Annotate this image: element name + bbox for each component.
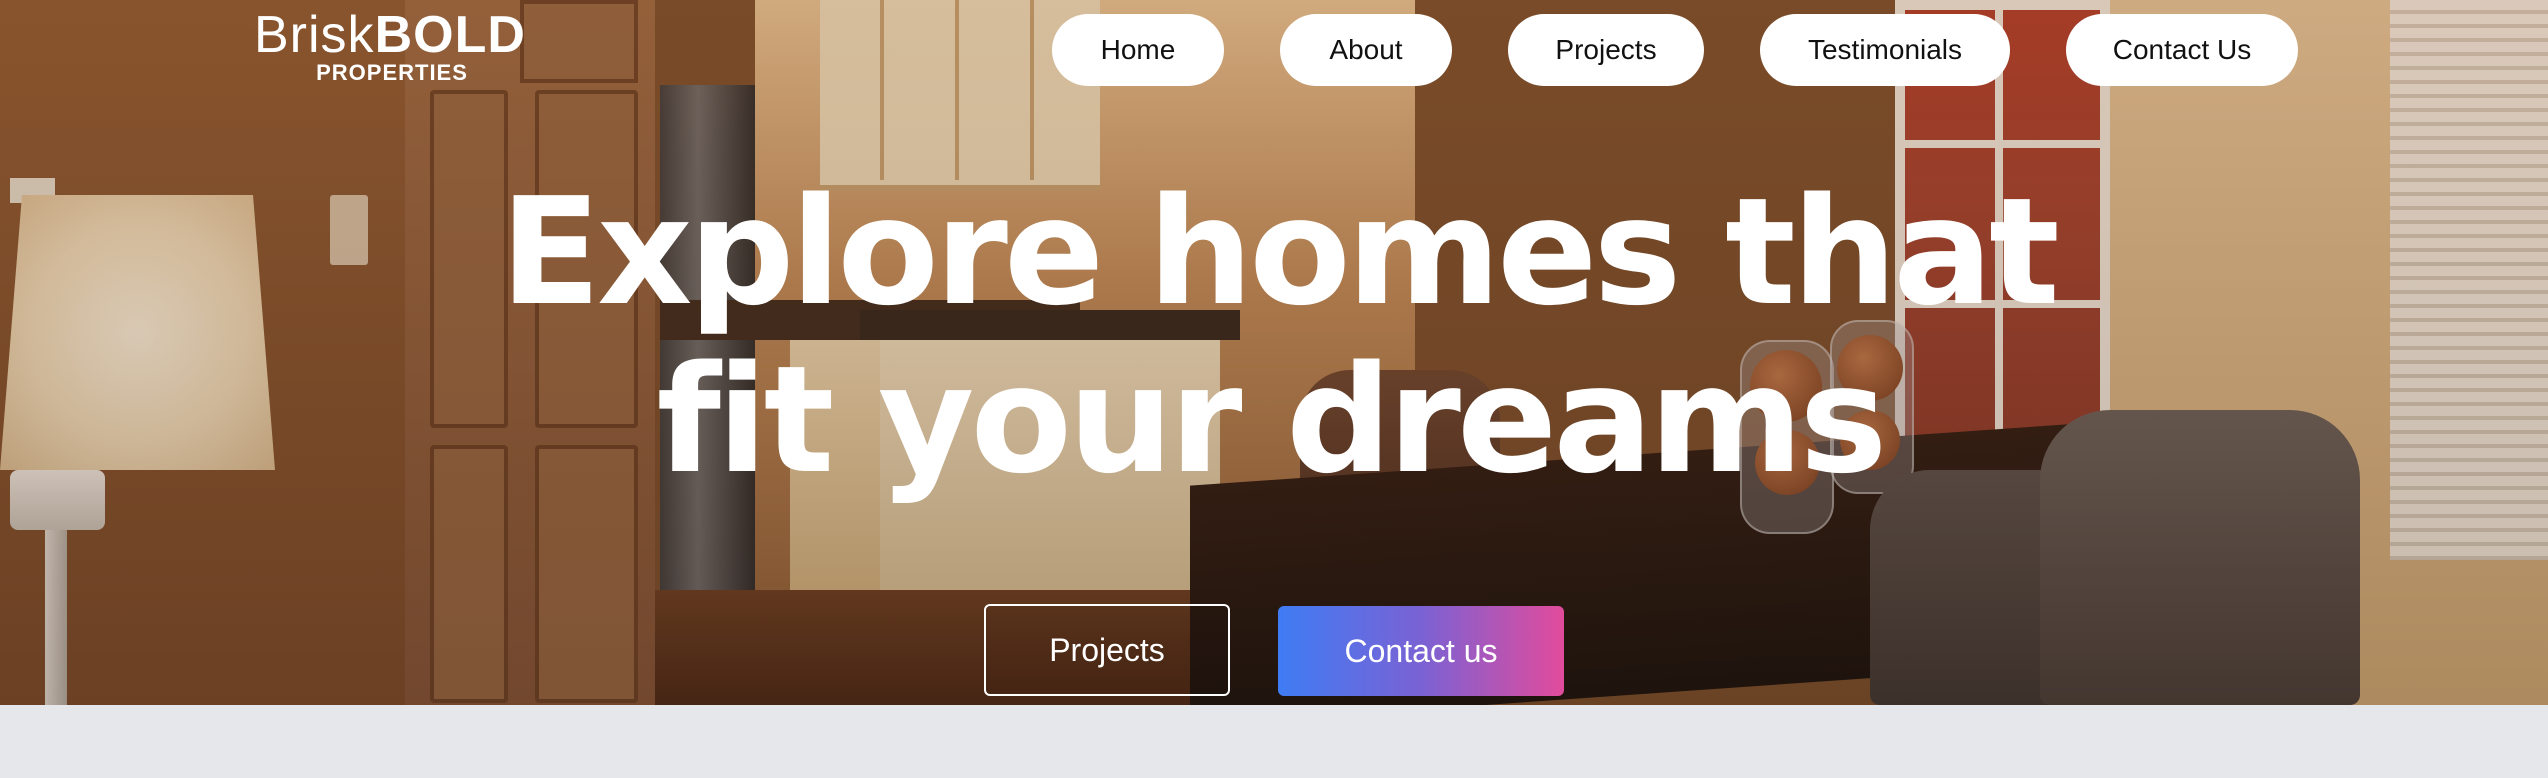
logo-subtitle: PROPERTIES: [316, 60, 468, 85]
nav-home-button[interactable]: Home: [1052, 14, 1224, 86]
projects-cta-button[interactable]: Projects: [984, 604, 1230, 696]
nav-about-button[interactable]: About: [1280, 14, 1452, 86]
logo-wordmark: BriskBOLD: [254, 6, 525, 64]
nav-contact-button[interactable]: Contact Us: [2066, 14, 2298, 86]
nav-projects-button[interactable]: Projects: [1508, 14, 1704, 86]
logo-bold-text: BOLD: [374, 6, 526, 64]
nav-testimonials-button[interactable]: Testimonials: [1760, 14, 2010, 86]
contact-cta-button[interactable]: Contact us: [1278, 606, 1564, 696]
hero-headline: Explore homes that fit your dreams: [500, 166, 2060, 506]
headline-line-1: Explore homes that: [500, 166, 2060, 338]
below-fold-section: [0, 705, 2548, 778]
brand-logo[interactable]: BriskBOLD PROPERTIES: [254, 6, 525, 85]
hero-section: BriskBOLD PROPERTIES Home About Projects…: [0, 0, 2548, 705]
headline-line-2: fit your dreams: [656, 334, 1888, 506]
logo-light-text: Brisk: [254, 6, 375, 64]
